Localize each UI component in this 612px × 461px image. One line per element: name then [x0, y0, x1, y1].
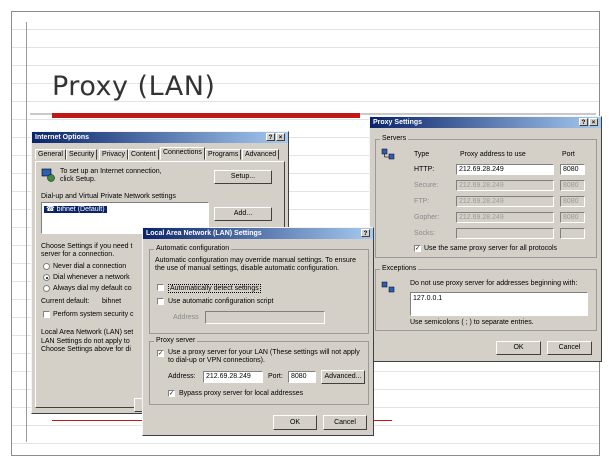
- use-proxy-label: Use a proxy server for your LAN (These s…: [168, 349, 360, 364]
- close-icon[interactable]: ×: [589, 118, 598, 126]
- dialup-item[interactable]: ☎ bihnet (Default): [44, 206, 107, 213]
- gopher-port-input[interactable]: 8080: [560, 212, 585, 223]
- address-column-header: Proxy address to use: [460, 151, 526, 158]
- secure-port-input[interactable]: 8080: [560, 180, 585, 191]
- never-dial-radio[interactable]: [43, 263, 50, 270]
- same-proxy-label: Use the same proxy server for all protoc…: [424, 245, 558, 252]
- internet-options-titlebar: Internet Options ? ×: [32, 132, 288, 143]
- proxy-servers-icon: [381, 148, 395, 160]
- socks-port-input[interactable]: [560, 228, 585, 239]
- proxy-ok-button[interactable]: OK: [496, 341, 541, 355]
- automatic-config-description: Automatic configuration may override man…: [155, 257, 357, 272]
- exceptions-textarea[interactable]: 127.0.0.1: [410, 292, 588, 316]
- lan-settings-title: Local Area Network (LAN) Settings: [146, 230, 262, 237]
- dialup-label: Dial-up and Virtual Private Network sett…: [41, 193, 176, 200]
- bypass-local-checkbox[interactable]: ✓: [168, 390, 175, 397]
- tab-content[interactable]: Content: [128, 149, 159, 160]
- choose-settings-text-2: server for a connection.: [41, 251, 115, 258]
- ftp-port-input[interactable]: 8080: [560, 196, 585, 207]
- slide-left-rule: [26, 22, 27, 442]
- tab-general[interactable]: General: [35, 149, 66, 160]
- dial-whenever-radio[interactable]: [43, 274, 50, 281]
- advanced-button[interactable]: Advanced...: [321, 370, 365, 384]
- always-dial-label: Always dial my default co: [53, 285, 132, 292]
- http-address-input[interactable]: 212.69.28.249: [456, 164, 554, 175]
- lan-settings-titlebar: Local Area Network (LAN) Settings ?: [143, 228, 373, 239]
- proxy-port-label: Port:: [268, 373, 283, 380]
- proxy-address-label: Address:: [168, 373, 196, 380]
- exceptions-group-label: Exceptions: [380, 265, 419, 272]
- help-icon[interactable]: ?: [361, 229, 370, 237]
- tab-connections[interactable]: Connections: [160, 147, 205, 160]
- perform-security-checkbox[interactable]: [43, 311, 50, 318]
- exceptions-icon: [381, 281, 395, 293]
- proxy-address-input[interactable]: 212.69.28.249: [203, 371, 263, 383]
- add-button[interactable]: Add...: [214, 207, 272, 221]
- proxy-cancel-button[interactable]: Cancel: [547, 341, 592, 355]
- network-connection-icon: [41, 168, 55, 182]
- ftp-label: FTP:: [414, 198, 430, 205]
- lan-settings-text: LAN Settings do not apply to: [41, 338, 130, 345]
- proxy-settings-titlebar: Proxy Settings ? ×: [370, 117, 601, 128]
- gopher-label: Gopher:: [414, 214, 440, 221]
- auto-script-checkbox[interactable]: [157, 298, 164, 305]
- slide-title: Proxy (LAN): [52, 71, 216, 102]
- tab-security[interactable]: Security: [66, 149, 98, 160]
- help-icon[interactable]: ?: [579, 118, 588, 126]
- auto-detect-checkbox[interactable]: [157, 284, 164, 291]
- lan-settings-label: Local Area Network (LAN) set: [41, 329, 134, 336]
- port-column-header: Port: [562, 151, 575, 158]
- lan-ok-button[interactable]: OK: [273, 415, 317, 430]
- secure-address-input[interactable]: 212.69.28.249: [456, 180, 554, 191]
- secure-label: Secure:: [414, 182, 439, 189]
- perform-security-label: Perform system security c: [53, 311, 134, 318]
- proxy-settings-window: Proxy Settings ? × Servers Type Proxy ad…: [369, 116, 602, 362]
- close-icon[interactable]: ×: [276, 133, 285, 141]
- http-label: HTTP:: [414, 166, 435, 173]
- tab-privacy[interactable]: Privacy: [99, 149, 128, 160]
- semicolons-hint: Use semicolons ( ; ) to separate entries…: [410, 319, 534, 326]
- lan-settings-text-2: Choose Settings above for di: [41, 346, 131, 353]
- script-address-input[interactable]: [205, 311, 325, 324]
- help-icon[interactable]: ?: [266, 133, 275, 141]
- exceptions-value: 127.0.0.1: [413, 295, 443, 302]
- dialup-item-label: bihnet (Default): [56, 206, 105, 213]
- gopher-address-input[interactable]: 212.69.28.249: [456, 212, 554, 223]
- socks-address-input[interactable]: [456, 228, 554, 239]
- always-dial-radio[interactable]: [43, 285, 50, 292]
- script-address-label: Address: [173, 314, 199, 321]
- dial-whenever-label: Dial whenever a network: [53, 274, 130, 281]
- internet-options-title: Internet Options: [35, 134, 90, 141]
- connection-icon: ☎: [46, 206, 57, 213]
- bypass-local-label: Bypass proxy server for local addresses: [179, 390, 304, 397]
- automatic-config-label: Automatic configuration: [154, 245, 232, 252]
- tab-programs[interactable]: Programs: [205, 149, 242, 160]
- exceptions-description: Do not use proxy server for addresses be…: [410, 280, 578, 287]
- auto-script-label: Use automatic configuration script: [168, 298, 274, 305]
- same-proxy-checkbox[interactable]: ✓: [414, 245, 421, 252]
- socks-label: Socks:: [414, 230, 436, 237]
- tab-advanced[interactable]: Advanced: [242, 149, 280, 160]
- http-port-input[interactable]: 8080: [560, 164, 585, 175]
- proxy-port-input[interactable]: 8080: [288, 371, 316, 383]
- proxy-settings-title: Proxy Settings: [373, 119, 423, 126]
- auto-detect-label: Automatically detect settings: [168, 284, 261, 293]
- ftp-address-input[interactable]: 212.69.28.249: [456, 196, 554, 207]
- lan-settings-window: Local Area Network (LAN) Settings ? Auto…: [142, 227, 374, 436]
- setup-button[interactable]: Setup...: [214, 170, 272, 184]
- choose-settings-text: Choose Settings if you need t: [41, 243, 133, 250]
- type-column-header: Type: [414, 151, 430, 158]
- setup-instructions: To set up an Internet connection, click …: [60, 168, 162, 183]
- use-proxy-checkbox[interactable]: ✓: [157, 350, 164, 357]
- current-default-label: Current default:: [41, 298, 90, 305]
- proxy-server-group-label: Proxy server: [154, 337, 198, 344]
- current-default-value: bihnet: [102, 298, 122, 305]
- never-dial-label: Never dial a connection: [53, 263, 127, 270]
- title-accent-bar: [52, 113, 360, 118]
- lan-cancel-button[interactable]: Cancel: [323, 415, 367, 430]
- servers-group-label: Servers: [380, 135, 409, 142]
